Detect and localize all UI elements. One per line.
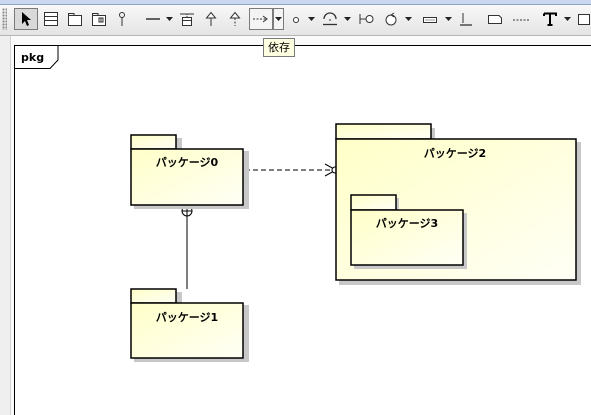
anchor-icon xyxy=(460,13,472,26)
package-3-label: パッケージ3 xyxy=(376,217,438,230)
pin-icon xyxy=(119,12,125,26)
dependency-tool-button[interactable] xyxy=(249,8,273,30)
chevron-down-icon xyxy=(344,17,351,21)
text-icon xyxy=(543,12,557,26)
note-icon xyxy=(423,17,437,23)
chevron-down-icon xyxy=(166,17,173,21)
frame-tool-button[interactable] xyxy=(574,8,591,30)
dependency-dropdown[interactable] xyxy=(273,8,284,30)
association-tool-button[interactable] xyxy=(140,8,166,30)
control-tool-button[interactable] xyxy=(380,8,402,30)
subsystem-icon xyxy=(92,13,106,26)
chevron-down-icon xyxy=(275,17,282,21)
package-tool-button[interactable] xyxy=(64,8,86,30)
lollipop-icon xyxy=(359,14,374,24)
control-dropdown[interactable] xyxy=(404,8,413,30)
package-1-label: パッケージ1 xyxy=(156,311,218,324)
dashed-hollow-arrow-icon xyxy=(229,11,241,26)
arrow-pointer-icon xyxy=(22,12,31,26)
chevron-down-icon xyxy=(405,17,412,21)
realization-tool-button[interactable] xyxy=(224,8,246,30)
circle-icon xyxy=(293,17,299,23)
port-tool-button[interactable] xyxy=(354,8,378,30)
rectangle-tool-button[interactable] xyxy=(483,8,507,30)
required-interface-dropdown[interactable] xyxy=(343,8,352,30)
association-class-icon xyxy=(180,13,194,26)
chevron-down-icon xyxy=(308,17,315,21)
package-icon xyxy=(68,13,82,26)
dotted-line-icon xyxy=(513,19,529,21)
note-tool-button[interactable] xyxy=(418,8,442,30)
class-tool-button[interactable] xyxy=(40,8,62,30)
text-dropdown[interactable] xyxy=(563,8,572,30)
required-interface-tool-button[interactable] xyxy=(318,8,342,30)
chevron-down-icon xyxy=(445,17,452,21)
interface-dropdown[interactable] xyxy=(307,8,316,30)
dashed-arrow-icon xyxy=(253,15,268,23)
text-tool-button[interactable] xyxy=(539,8,561,30)
frame-icon xyxy=(577,14,590,25)
diagram-canvas[interactable]: pkg パッケージ0 パッケージ1 パッケージ2 パッケージ3 xyxy=(0,36,591,415)
select-tool-button[interactable] xyxy=(14,8,38,30)
dependency-tooltip: 依存 xyxy=(263,38,295,57)
hollow-arrow-icon xyxy=(205,11,217,26)
note-dropdown[interactable] xyxy=(444,8,453,30)
rectangle-icon xyxy=(488,15,502,24)
frame-label: pkg xyxy=(21,51,44,64)
model-tool-button[interactable] xyxy=(112,8,132,30)
diagram-svg: pkg パッケージ0 パッケージ1 パッケージ2 パッケージ3 xyxy=(14,45,591,415)
subsystem-tool-button[interactable] xyxy=(88,8,110,30)
package-2-label: パッケージ2 xyxy=(424,147,486,160)
chevron-down-icon xyxy=(564,17,571,21)
line-icon xyxy=(146,18,160,20)
anchor-tool-button[interactable] xyxy=(455,8,477,30)
class-icon xyxy=(44,12,58,26)
association-class-tool-button[interactable] xyxy=(176,8,198,30)
line-tool-button[interactable] xyxy=(509,8,533,30)
package-0-label: パッケージ0 xyxy=(156,156,219,169)
diagram-toolbar xyxy=(0,5,591,36)
toolbar-grip[interactable] xyxy=(2,8,7,30)
generalization-tool-button[interactable] xyxy=(200,8,222,30)
socket-icon xyxy=(323,12,337,26)
association-dropdown[interactable] xyxy=(165,8,174,30)
control-icon xyxy=(385,12,397,26)
interface-tool-button[interactable] xyxy=(287,8,305,30)
